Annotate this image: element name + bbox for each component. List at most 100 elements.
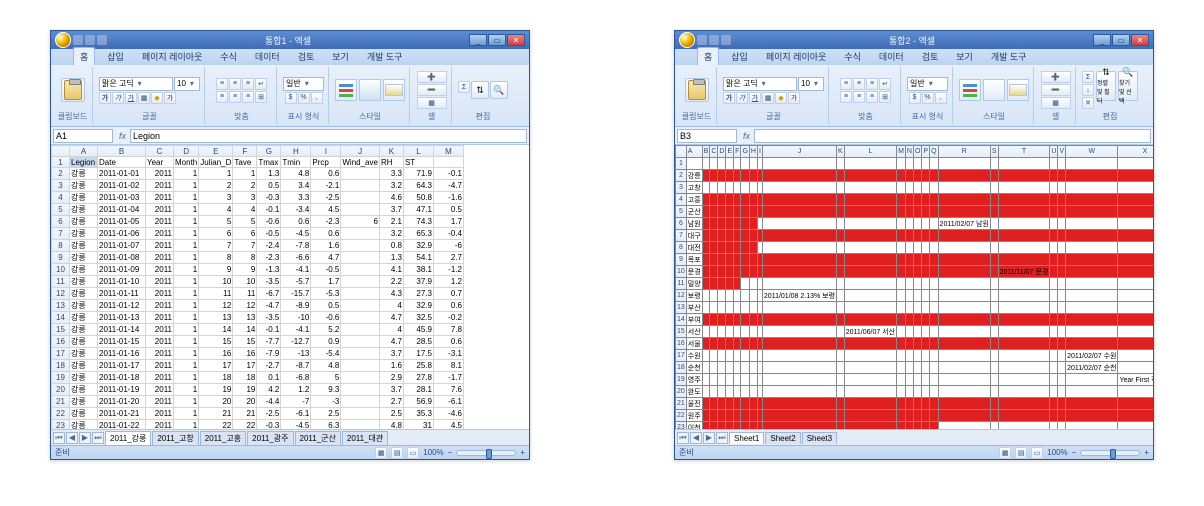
- cell[interactable]: [702, 362, 710, 374]
- row-header[interactable]: 8: [52, 240, 70, 252]
- cell[interactable]: [726, 194, 734, 206]
- cell[interactable]: [922, 230, 930, 242]
- cell[interactable]: 15: [233, 336, 257, 348]
- cell[interactable]: 1: [174, 288, 199, 300]
- cell[interactable]: [1058, 422, 1066, 430]
- cell[interactable]: [734, 230, 741, 242]
- cell[interactable]: [762, 218, 836, 230]
- cell[interactable]: [837, 422, 845, 430]
- align-top-button[interactable]: ≡: [216, 78, 228, 90]
- cell[interactable]: [938, 290, 990, 302]
- cell[interactable]: [897, 170, 906, 182]
- row-header[interactable]: 3: [676, 182, 687, 194]
- cell[interactable]: -7.7: [257, 336, 281, 348]
- ribbon-tab[interactable]: 검토: [916, 48, 945, 65]
- cell[interactable]: [749, 218, 757, 230]
- cell[interactable]: [844, 338, 896, 350]
- cell[interactable]: 8: [233, 252, 257, 264]
- cell[interactable]: 5.2: [311, 324, 341, 336]
- row-header[interactable]: 3: [52, 180, 70, 192]
- cell[interactable]: [837, 218, 845, 230]
- cell[interactable]: [913, 374, 921, 386]
- cell[interactable]: 2.5: [311, 408, 341, 420]
- cell[interactable]: 2011/06/07 서산: [844, 326, 896, 338]
- cell[interactable]: [749, 290, 757, 302]
- cell[interactable]: 2011: [146, 348, 174, 360]
- cell[interactable]: [897, 266, 906, 278]
- column-header[interactable]: E: [199, 146, 233, 157]
- cell[interactable]: [938, 338, 990, 350]
- cell[interactable]: 19: [199, 384, 233, 396]
- cell[interactable]: [938, 374, 990, 386]
- cell[interactable]: [741, 422, 749, 430]
- cell[interactable]: 1: [174, 264, 199, 276]
- cell[interactable]: -10: [281, 312, 311, 324]
- cell[interactable]: -0.3: [257, 420, 281, 430]
- cell[interactable]: -4.5: [281, 228, 311, 240]
- cell[interactable]: 35.3: [403, 408, 433, 420]
- cell[interactable]: [741, 338, 749, 350]
- cell[interactable]: [897, 182, 906, 194]
- cell[interactable]: [341, 276, 380, 288]
- cell[interactable]: [1118, 170, 1153, 182]
- cell[interactable]: -3.5: [257, 276, 281, 288]
- cell[interactable]: 1.7: [311, 276, 341, 288]
- cell[interactable]: [1066, 170, 1118, 182]
- cell[interactable]: 1: [174, 216, 199, 228]
- cell[interactable]: [990, 398, 998, 410]
- cell[interactable]: [844, 170, 896, 182]
- cell[interactable]: [905, 158, 913, 170]
- qat-save-icon[interactable]: [697, 35, 707, 45]
- fx-icon[interactable]: fx: [739, 131, 754, 141]
- cell[interactable]: [837, 194, 845, 206]
- cell[interactable]: -1.7: [433, 372, 463, 384]
- cell[interactable]: [726, 326, 734, 338]
- cell[interactable]: 2011: [146, 288, 174, 300]
- cell[interactable]: 6: [233, 228, 257, 240]
- cell[interactable]: [734, 326, 741, 338]
- cell[interactable]: 12: [199, 300, 233, 312]
- cell[interactable]: 2.9: [379, 372, 403, 384]
- cell[interactable]: [1050, 206, 1058, 218]
- cell[interactable]: -1.2: [433, 264, 463, 276]
- cell[interactable]: [1066, 278, 1118, 290]
- cell[interactable]: [718, 350, 726, 362]
- cell[interactable]: [837, 350, 845, 362]
- cell[interactable]: [913, 158, 921, 170]
- cell[interactable]: [741, 386, 749, 398]
- cell[interactable]: [897, 206, 906, 218]
- ribbon-tab[interactable]: 데이터: [249, 48, 286, 65]
- cell[interactable]: 14: [233, 324, 257, 336]
- cell[interactable]: [734, 290, 741, 302]
- cell[interactable]: [762, 422, 836, 430]
- cell[interactable]: [749, 206, 757, 218]
- cell[interactable]: 16: [233, 348, 257, 360]
- sheet-tab[interactable]: 2011_군산: [295, 431, 341, 445]
- cell[interactable]: 2011: [146, 168, 174, 180]
- cell[interactable]: 2: [199, 180, 233, 192]
- cell[interactable]: [930, 254, 938, 266]
- cell[interactable]: [762, 158, 836, 170]
- cell[interactable]: 2.7: [379, 396, 403, 408]
- view-normal-button[interactable]: ▦: [375, 447, 387, 459]
- format-button[interactable]: ▦: [417, 97, 447, 109]
- cell[interactable]: [1050, 278, 1058, 290]
- tab-nav-next[interactable]: ▶: [79, 432, 91, 444]
- cell[interactable]: [998, 422, 1050, 430]
- cell[interactable]: [718, 422, 726, 430]
- cell[interactable]: [741, 254, 749, 266]
- cell[interactable]: -7: [281, 396, 311, 408]
- cell[interactable]: [998, 194, 1050, 206]
- cell[interactable]: [905, 290, 913, 302]
- cell[interactable]: 13: [233, 312, 257, 324]
- cell[interactable]: [913, 242, 921, 254]
- row-header[interactable]: 22: [676, 410, 687, 422]
- cell[interactable]: [905, 254, 913, 266]
- align-center-button[interactable]: ≡: [853, 91, 865, 103]
- cell[interactable]: 6.3: [311, 420, 341, 430]
- cell[interactable]: -3: [311, 396, 341, 408]
- cell[interactable]: Date: [98, 157, 146, 168]
- cell[interactable]: [762, 386, 836, 398]
- cell[interactable]: 2011/11/07 문경: [998, 266, 1050, 278]
- cell[interactable]: [749, 326, 757, 338]
